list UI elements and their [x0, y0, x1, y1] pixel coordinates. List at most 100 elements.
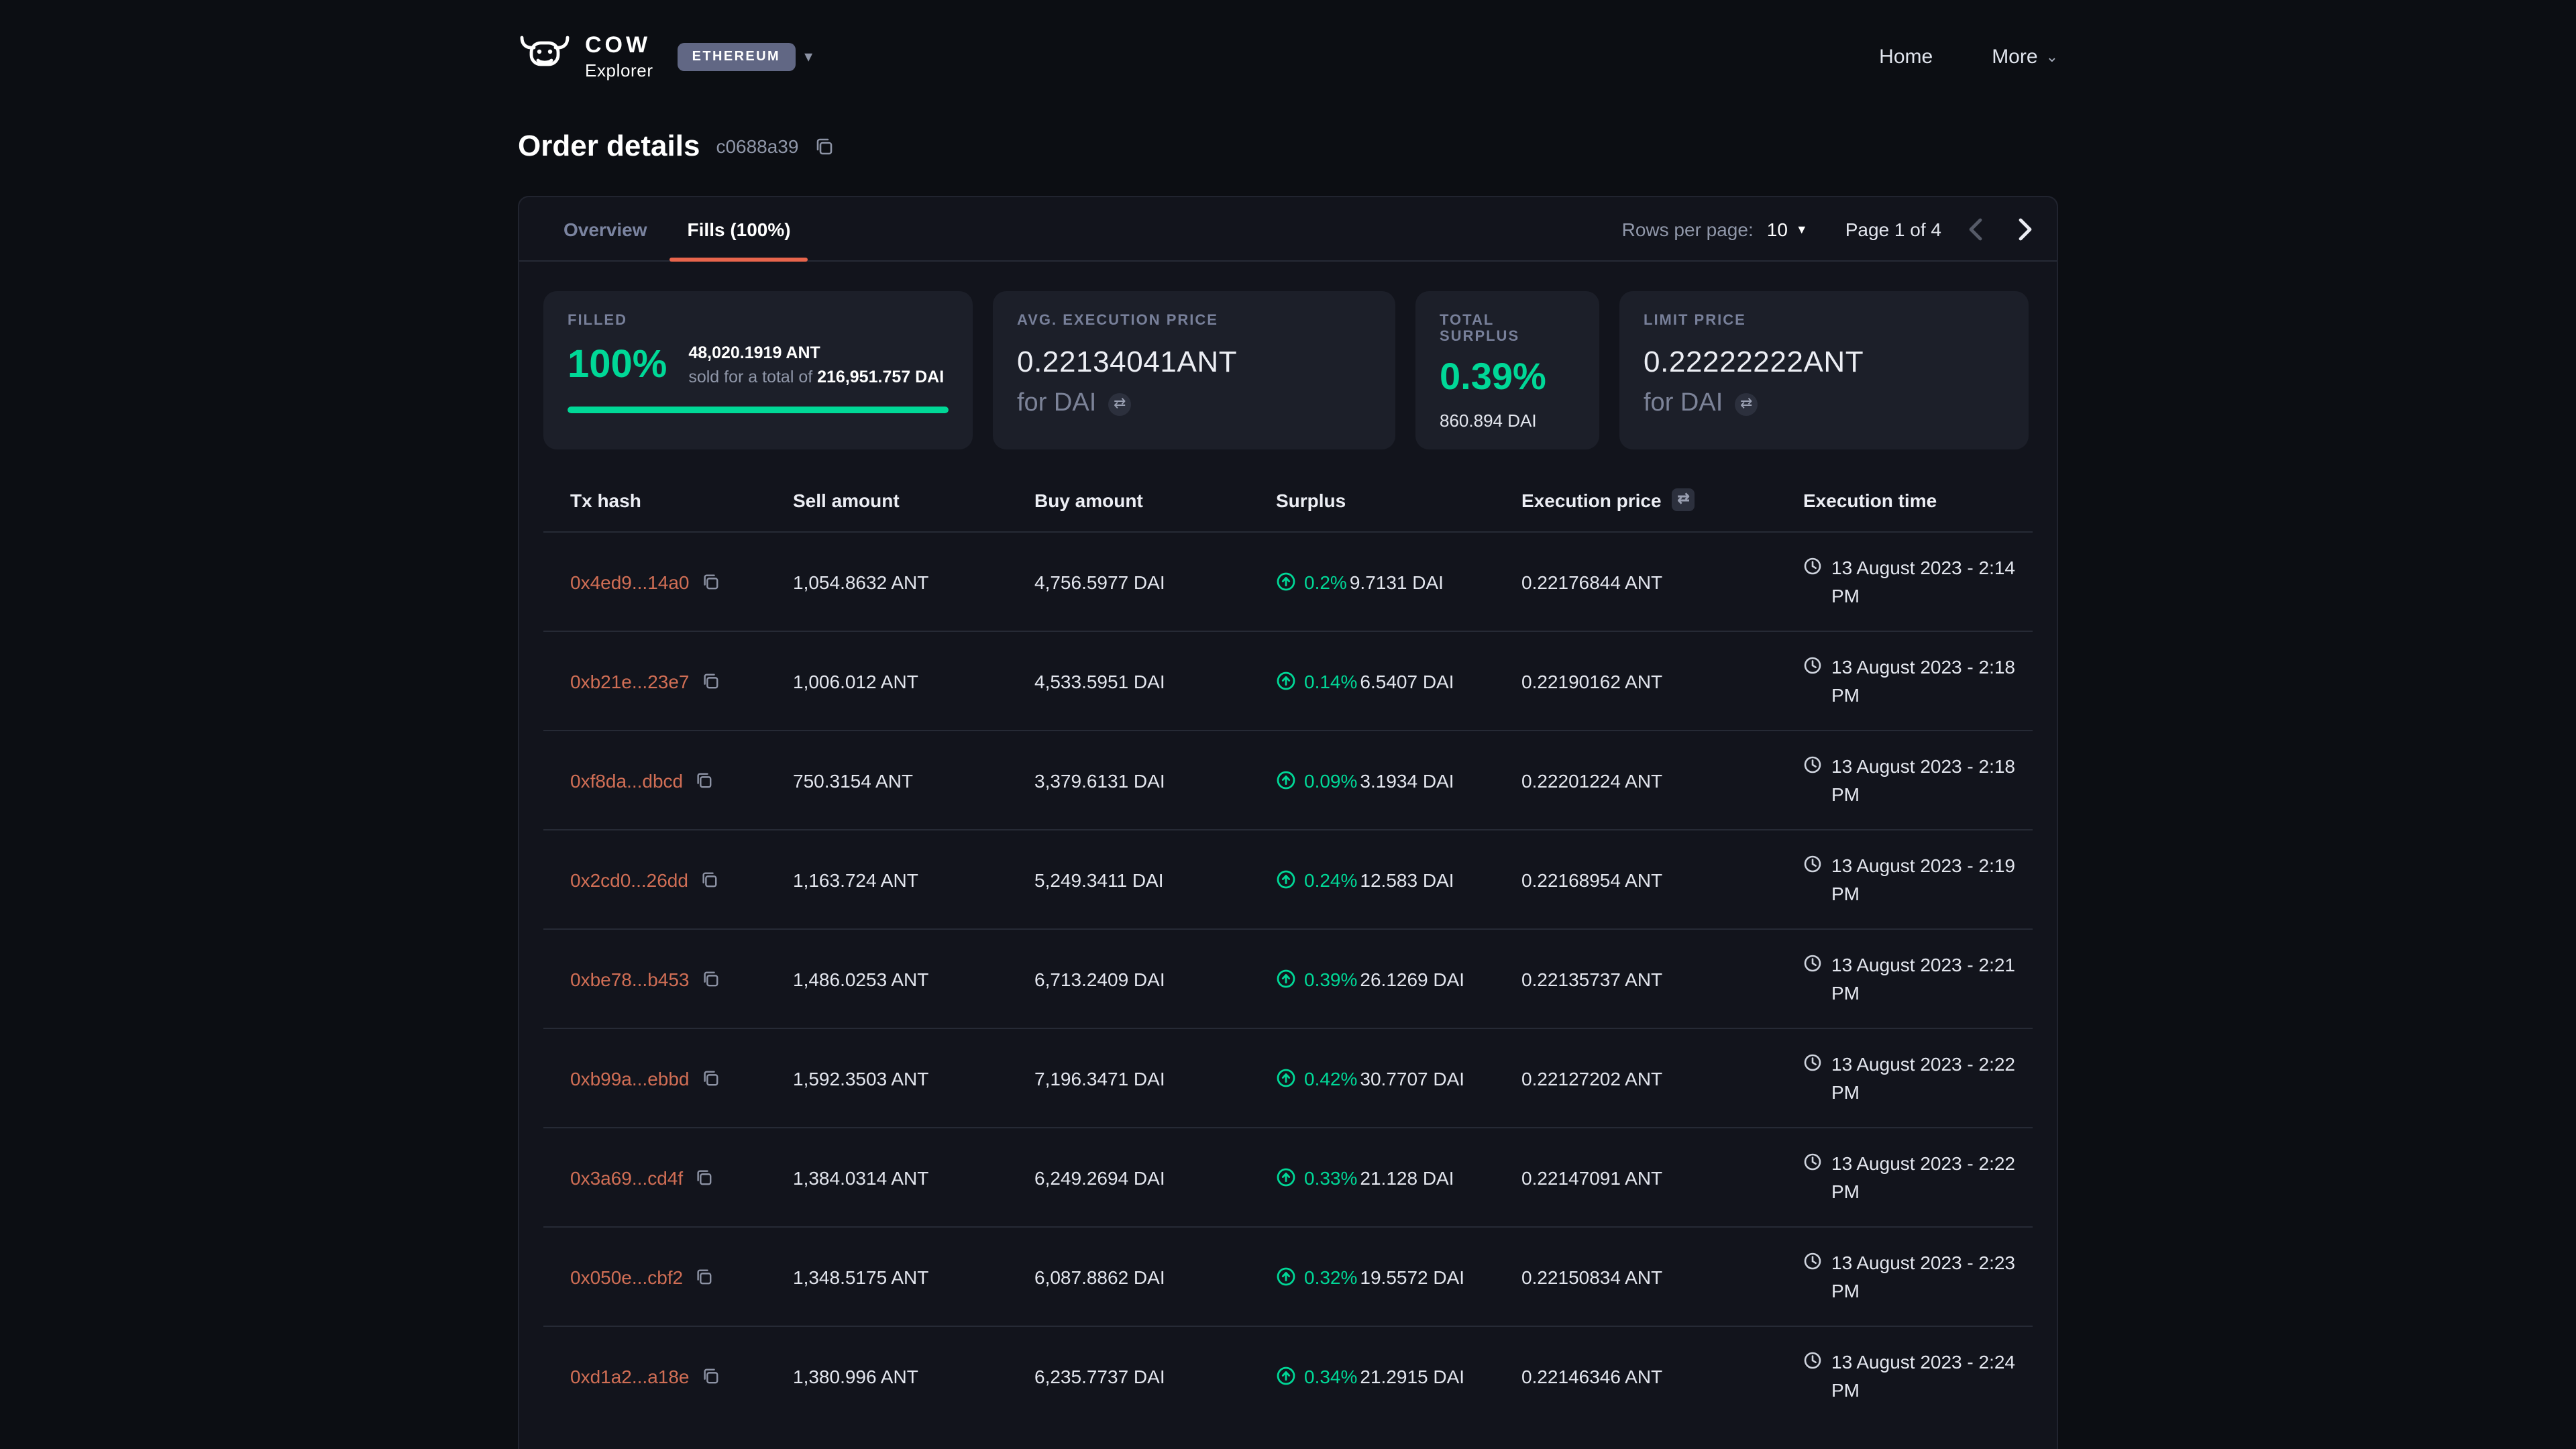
- copy-tx-hash-icon[interactable]: [702, 970, 719, 987]
- table-row: 0x3a69...cd4f 1,384.0314 ANT 6,249.2694 …: [543, 1127, 2033, 1226]
- execution-time-text: 13 August 2023 - 2:22 PM: [1831, 1051, 2033, 1105]
- copy-tx-hash-icon[interactable]: [702, 672, 719, 690]
- tx-hash-cell: 0xb99a...ebbd: [570, 1067, 793, 1089]
- surplus-cell: 0.39% 26.1269 DAI: [1276, 968, 1521, 989]
- tab-overview[interactable]: Overview: [543, 197, 667, 260]
- surplus-amount: 21.2915 DAI: [1360, 1365, 1464, 1387]
- next-page-button[interactable]: [2018, 217, 2033, 241]
- avg-execution-price-card: AVG. EXECUTION PRICE 0.22134041ANT for D…: [993, 291, 1395, 449]
- surplus-amount: 19.5572 DAI: [1360, 1266, 1464, 1287]
- avg-price-value: 0.22134041ANT: [1017, 345, 1371, 380]
- sell-amount-cell: 1,384.0314 ANT: [793, 1167, 1034, 1188]
- surplus-cell: 0.24% 12.583 DAI: [1276, 869, 1521, 890]
- copy-tx-hash-icon[interactable]: [702, 1069, 719, 1087]
- fill-progress-bar: [568, 407, 949, 414]
- execution-time-cell: 13 August 2023 - 2:18 PM: [1803, 653, 2033, 708]
- clock-icon: [1803, 1351, 1822, 1370]
- buy-amount-cell: 6,235.7737 DAI: [1034, 1365, 1276, 1387]
- swap-currency-icon[interactable]: ⇄: [1108, 392, 1131, 415]
- surplus-up-arrow-icon: [1276, 869, 1296, 890]
- limit-price-number: 0.22222222: [1644, 345, 1803, 378]
- clock-icon: [1803, 755, 1822, 774]
- execution-price-cell: 0.22176844 ANT: [1521, 571, 1803, 592]
- surplus-amount: 12.583 DAI: [1360, 869, 1454, 890]
- order-id: c0688a39: [716, 136, 798, 157]
- brand-name: COW: [585, 34, 653, 56]
- surplus-up-arrow-icon: [1276, 969, 1296, 989]
- tx-hash-cell: 0x2cd0...26dd: [570, 869, 793, 890]
- execution-time-text: 13 August 2023 - 2:22 PM: [1831, 1150, 2033, 1204]
- limit-price-quote-label: for DAI: [1644, 389, 1723, 419]
- filled-amount: 48,020.1919 ANT: [688, 343, 820, 362]
- execution-time-cell: 13 August 2023 - 2:24 PM: [1803, 1348, 2033, 1403]
- avg-price-quote-label: for DAI: [1017, 389, 1096, 419]
- surplus-up-arrow-icon: [1276, 1267, 1296, 1287]
- surplus-cell: 0.09% 3.1934 DAI: [1276, 769, 1521, 791]
- execution-time-cell: 13 August 2023 - 2:21 PM: [1803, 951, 2033, 1006]
- table-row: 0x2cd0...26dd 1,163.724 ANT 5,249.3411 D…: [543, 829, 2033, 928]
- execution-price-cell: 0.22146346 ANT: [1521, 1365, 1803, 1387]
- buy-amount-cell: 6,087.8862 DAI: [1034, 1266, 1276, 1287]
- network-badge[interactable]: ETHEREUM: [678, 42, 795, 70]
- surplus-up-arrow-icon: [1276, 1366, 1296, 1386]
- buy-amount-cell: 3,379.6131 DAI: [1034, 769, 1276, 791]
- tx-hash-link[interactable]: 0xbe78...b453: [570, 968, 690, 989]
- clock-icon: [1803, 656, 1822, 675]
- copy-tx-hash-icon[interactable]: [695, 1268, 712, 1285]
- tx-hash-link[interactable]: 0xb21e...23e7: [570, 670, 690, 692]
- copy-tx-hash-icon[interactable]: [702, 1367, 719, 1385]
- surplus-cell: 0.32% 19.5572 DAI: [1276, 1266, 1521, 1287]
- execution-time-cell: 13 August 2023 - 2:14 PM: [1803, 554, 2033, 608]
- sell-amount-cell: 1,592.3503 ANT: [793, 1067, 1034, 1089]
- cow-explorer-logo[interactable]: COW Explorer: [518, 34, 653, 79]
- limit-price-value: 0.22222222ANT: [1644, 345, 2004, 380]
- copy-tx-hash-icon[interactable]: [702, 573, 719, 590]
- tx-hash-link[interactable]: 0xf8da...dbcd: [570, 769, 683, 791]
- tx-hash-cell: 0x3a69...cd4f: [570, 1167, 793, 1188]
- limit-price-label: LIMIT PRICE: [1644, 313, 2004, 329]
- stats-row: FILLED 100% 48,020.1919 ANT sold for a t…: [519, 262, 2057, 449]
- execution-time-text: 13 August 2023 - 2:23 PM: [1831, 1249, 2033, 1303]
- surplus-up-arrow-icon: [1276, 770, 1296, 790]
- surplus-amount: 21.128 DAI: [1360, 1167, 1454, 1188]
- surplus-percent: 0.14%: [1304, 670, 1357, 692]
- tx-hash-link[interactable]: 0x3a69...cd4f: [570, 1167, 683, 1188]
- buy-amount-cell: 4,533.5951 DAI: [1034, 670, 1276, 692]
- surplus-amount: 3.1934 DAI: [1360, 769, 1454, 791]
- tab-overview-label: Overview: [564, 218, 647, 239]
- rows-per-page-dropdown-icon: ▼: [1796, 222, 1808, 235]
- surplus-percent: 0.33%: [1304, 1167, 1357, 1188]
- rows-per-page-select[interactable]: 10 ▼: [1767, 218, 1808, 239]
- table-row: 0x4ed9...14a0 1,054.8632 ANT 4,756.5977 …: [543, 531, 2033, 631]
- copy-order-id-icon[interactable]: [814, 137, 833, 156]
- avg-price-quote: for DAI ⇄: [1017, 389, 1371, 419]
- col-sell-amount: Sell amount: [793, 489, 1034, 511]
- copy-tx-hash-icon[interactable]: [695, 771, 712, 789]
- execution-time-text: 13 August 2023 - 2:18 PM: [1831, 753, 2033, 807]
- swap-currency-icon[interactable]: ⇄: [1735, 392, 1758, 415]
- toggle-price-unit-icon[interactable]: ⇄: [1672, 488, 1695, 511]
- tab-fills[interactable]: Fills (100%): [667, 197, 811, 260]
- tx-hash-link[interactable]: 0x4ed9...14a0: [570, 571, 690, 592]
- brand-text: COW Explorer: [585, 34, 653, 79]
- copy-tx-hash-icon[interactable]: [700, 871, 718, 888]
- col-buy-amount: Buy amount: [1034, 489, 1276, 511]
- previous-page-button[interactable]: [1968, 217, 1983, 241]
- fills-table-body: 0x4ed9...14a0 1,054.8632 ANT 4,756.5977 …: [543, 531, 2033, 1425]
- filled-details: 48,020.1919 ANT sold for a total of 216,…: [688, 341, 944, 390]
- tx-hash-link[interactable]: 0xd1a2...a18e: [570, 1365, 690, 1387]
- limit-price-quote: for DAI ⇄: [1644, 389, 2004, 419]
- nav-item-more[interactable]: More ⌄: [1992, 45, 2058, 68]
- clock-icon: [1803, 557, 1822, 576]
- tx-hash-link[interactable]: 0x050e...cbf2: [570, 1266, 683, 1287]
- filled-sold-text: sold for a total of 216,951.757 DAI: [688, 368, 944, 386]
- cow-logo-icon: [518, 34, 572, 78]
- copy-tx-hash-icon[interactable]: [695, 1169, 712, 1186]
- nav-item-home[interactable]: Home: [1879, 45, 1933, 68]
- buy-amount-cell: 5,249.3411 DAI: [1034, 869, 1276, 890]
- tx-hash-link[interactable]: 0xb99a...ebbd: [570, 1067, 690, 1089]
- surplus-amount: 9.7131 DAI: [1350, 571, 1444, 592]
- clock-icon: [1803, 855, 1822, 873]
- network-chevron-down-icon[interactable]: ▾: [804, 47, 812, 66]
- tx-hash-link[interactable]: 0x2cd0...26dd: [570, 869, 688, 890]
